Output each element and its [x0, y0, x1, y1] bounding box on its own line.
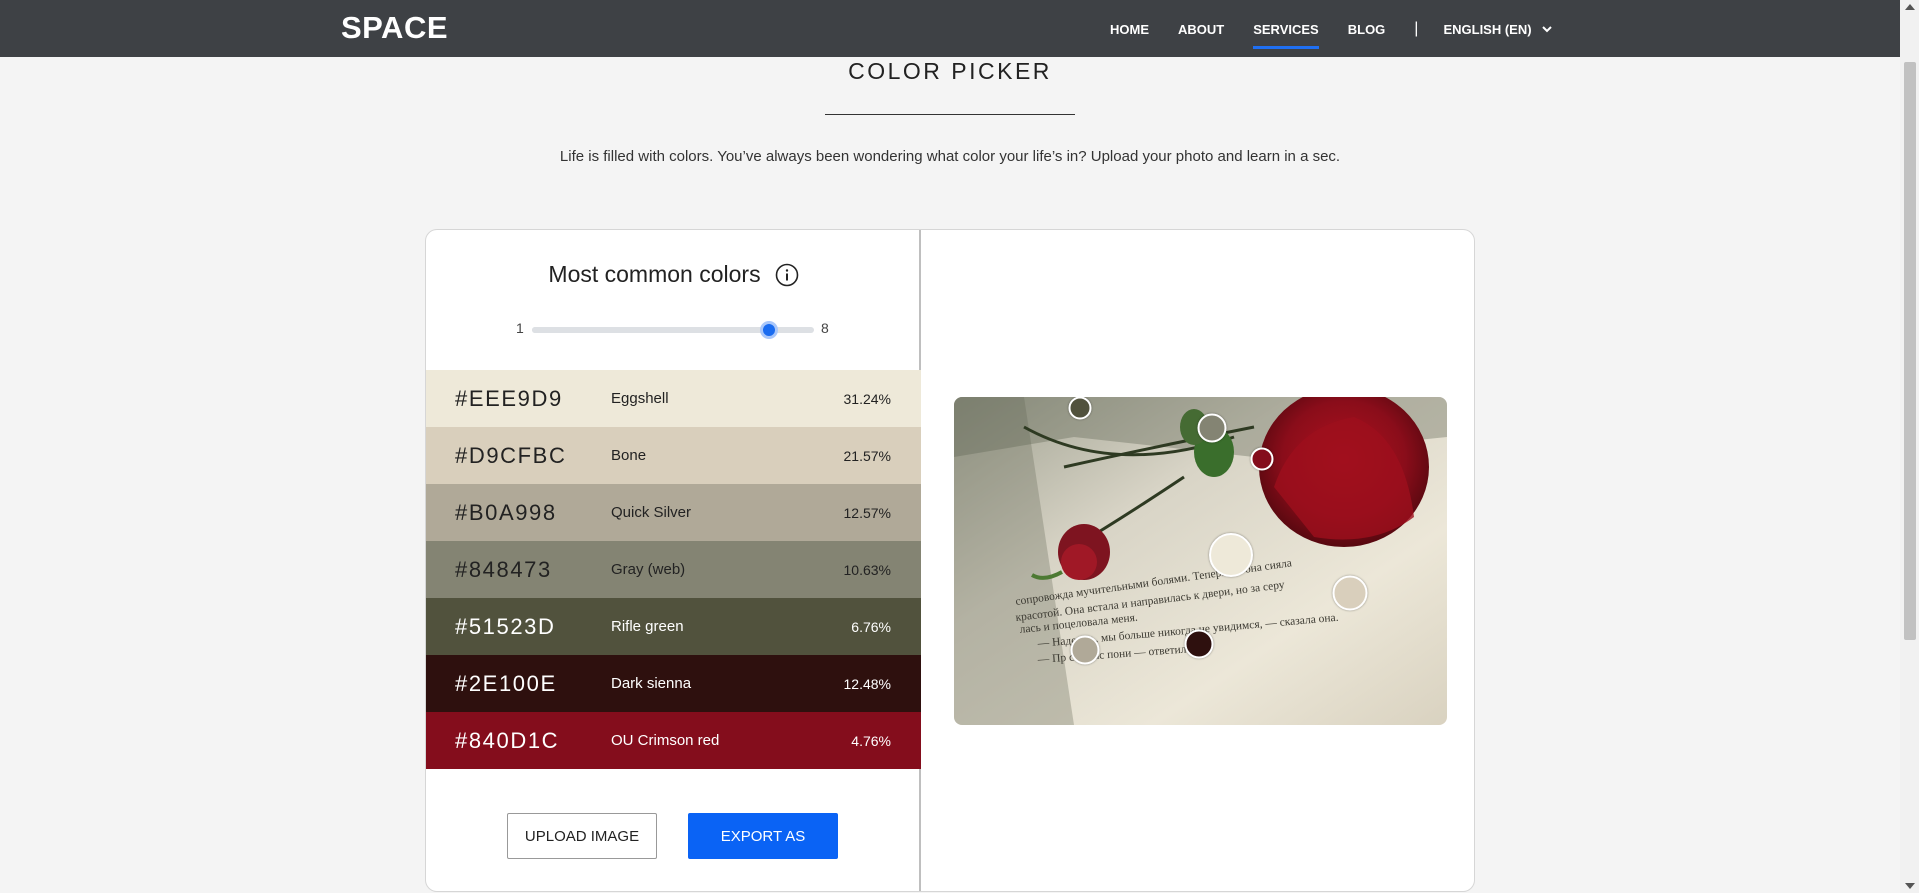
- site-logo[interactable]: SPACE: [341, 10, 448, 46]
- color-swatch-row[interactable]: #848473 Gray (web) 10.63%: [426, 541, 921, 598]
- color-marker[interactable]: [1332, 575, 1368, 611]
- swatch-hex[interactable]: #840D1C: [455, 728, 559, 754]
- swatch-percent: 6.76%: [851, 618, 891, 635]
- color-swatch-row[interactable]: #EEE9D9 Eggshell 31.24%: [426, 370, 921, 427]
- image-preview-pane: сопровожда мучительными болями. Теперь ж…: [923, 230, 1474, 891]
- color-swatch-row[interactable]: #51523D Rifle green 6.76%: [426, 598, 921, 655]
- swatch-name: Dark sienna: [611, 675, 692, 692]
- slider-fill: [532, 327, 769, 333]
- swatch-name: Bone: [611, 447, 647, 464]
- main-nav: HOME ABOUT SERVICES BLOG | ENGLISH (EN): [1110, 20, 1552, 49]
- swatch-hex[interactable]: #51523D: [455, 614, 556, 640]
- swatch-percent: 10.63%: [843, 561, 891, 578]
- color-marker[interactable]: [1209, 533, 1253, 577]
- scrollbar-thumb[interactable]: [1904, 62, 1916, 640]
- swatch-percent: 21.57%: [843, 447, 891, 464]
- color-marker[interactable]: [1250, 447, 1274, 471]
- nav-blog[interactable]: BLOG: [1348, 22, 1386, 37]
- title-divider: [825, 114, 1075, 115]
- info-icon[interactable]: [775, 263, 799, 287]
- page-subtitle: Life is filled with colors. You’ve alway…: [559, 148, 1341, 165]
- color-count-slider[interactable]: [532, 321, 814, 339]
- color-swatch-list: #EEE9D9 Eggshell 31.24% #D9CFBC Bone 21.…: [426, 370, 921, 769]
- color-marker[interactable]: [1068, 397, 1092, 420]
- top-navbar: SPACE HOME ABOUT SERVICES BLOG | ENGLISH…: [0, 0, 1900, 57]
- swatch-hex[interactable]: #2E100E: [455, 671, 557, 697]
- swatch-name: OU Crimson red: [611, 732, 720, 749]
- nav-home[interactable]: HOME: [1110, 22, 1149, 37]
- upload-image-button[interactable]: UPLOAD IMAGE: [507, 813, 657, 859]
- scroll-up-icon[interactable]: [1905, 4, 1915, 10]
- scroll-down-icon[interactable]: [1905, 883, 1915, 889]
- colors-panel: Most common colors 1 8 #EEE9D9 Eggshell …: [426, 230, 921, 891]
- color-picker-card: Most common colors 1 8 #EEE9D9 Eggshell …: [425, 229, 1475, 892]
- swatch-hex[interactable]: #848473: [455, 557, 552, 583]
- language-selector[interactable]: ENGLISH (EN): [1443, 21, 1552, 37]
- swatch-hex[interactable]: #D9CFBC: [455, 443, 566, 469]
- slider-min-label: 1: [516, 320, 524, 336]
- swatch-name: Gray (web): [611, 561, 686, 578]
- rose-book-photo: сопровожда мучительными болями. Теперь ж…: [954, 397, 1447, 725]
- nav-about[interactable]: ABOUT: [1178, 22, 1224, 37]
- swatch-percent: 12.57%: [843, 504, 891, 521]
- color-marker[interactable]: [1070, 635, 1100, 665]
- swatch-percent: 31.24%: [843, 390, 891, 407]
- swatch-name: Eggshell: [611, 390, 669, 407]
- swatch-hex[interactable]: #B0A998: [455, 500, 557, 526]
- language-label: ENGLISH (EN): [1443, 21, 1532, 37]
- swatch-name: Rifle green: [611, 618, 684, 635]
- color-swatch-row[interactable]: #2E100E Dark sienna 12.48%: [426, 655, 921, 712]
- chevron-down-icon: [1541, 25, 1552, 32]
- uploaded-photo[interactable]: сопровожда мучительными болями. Теперь ж…: [954, 397, 1447, 725]
- color-marker[interactable]: [1184, 629, 1214, 659]
- slider-thumb[interactable]: [759, 321, 778, 339]
- color-marker[interactable]: [1197, 413, 1227, 443]
- nav-separator: |: [1414, 20, 1419, 37]
- slider-max-label: 8: [821, 320, 829, 336]
- swatch-name: Quick Silver: [611, 504, 692, 521]
- nav-services[interactable]: SERVICES: [1253, 22, 1319, 49]
- most-common-colors-heading: Most common colors: [426, 261, 921, 288]
- page-scrollbar[interactable]: [1900, 0, 1919, 893]
- export-as-button[interactable]: EXPORT AS: [688, 813, 838, 859]
- page-title: COLOR PICKER: [848, 58, 1052, 84]
- swatch-percent: 4.76%: [851, 732, 891, 749]
- swatch-hex[interactable]: #EEE9D9: [455, 386, 563, 412]
- swatch-percent: 12.48%: [843, 675, 891, 692]
- panel-heading: Most common colors: [548, 261, 761, 287]
- color-swatch-row[interactable]: #B0A998 Quick Silver 12.57%: [426, 484, 921, 541]
- color-swatch-row[interactable]: #D9CFBC Bone 21.57%: [426, 427, 921, 484]
- color-swatch-row[interactable]: #840D1C OU Crimson red 4.76%: [426, 712, 921, 769]
